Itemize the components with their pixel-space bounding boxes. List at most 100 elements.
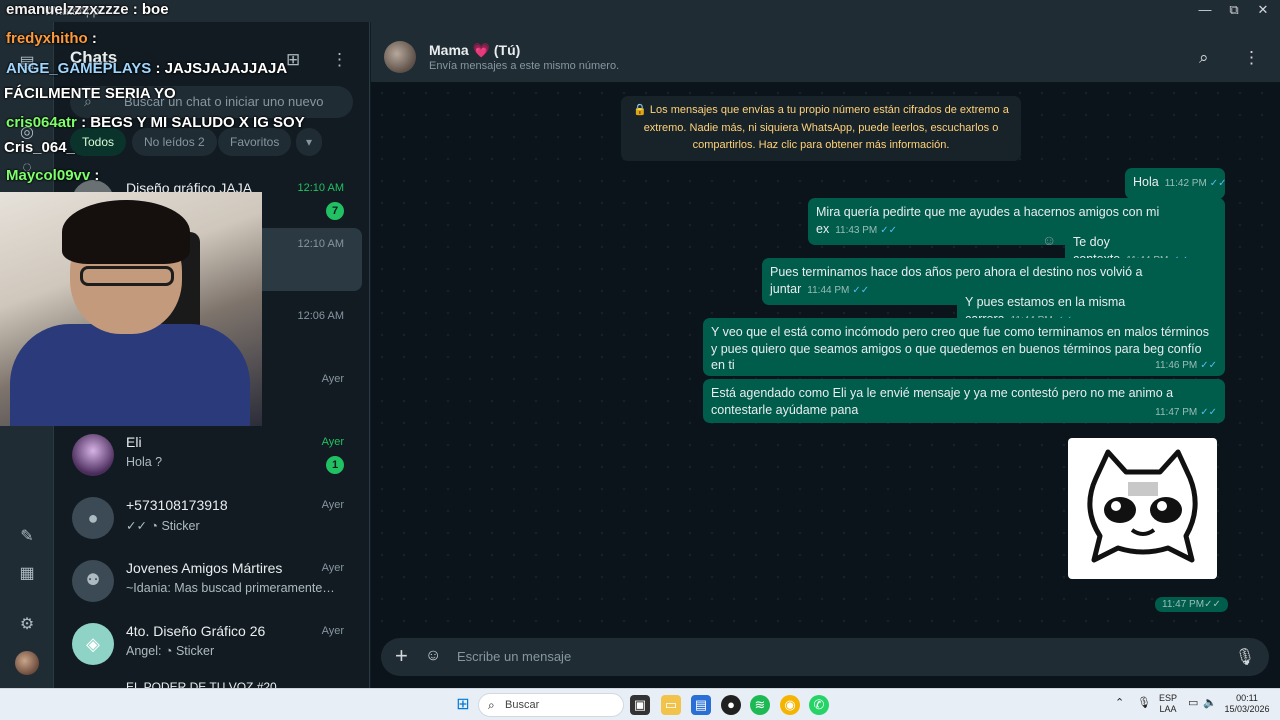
read-ticks-icon: ✓✓ bbox=[1204, 599, 1221, 610]
whatsapp-taskbar-icon[interactable]: ✆ bbox=[809, 695, 829, 715]
microphone-icon[interactable]: 🎙 bbox=[1235, 647, 1255, 667]
read-ticks-icon: ✓✓ bbox=[880, 224, 898, 236]
chat-text: : boe bbox=[128, 1, 169, 18]
tray-chevron-up-icon[interactable]: ⌃ bbox=[1115, 698, 1124, 709]
chat-last-message: Hola ? bbox=[126, 455, 163, 469]
message-time: 11:43 PM bbox=[835, 224, 878, 236]
language-indicator[interactable]: ESP LAA bbox=[1158, 693, 1178, 715]
chat-name: Eli bbox=[126, 434, 142, 450]
unread-badge: 7 bbox=[326, 202, 344, 220]
menu-dots-icon[interactable]: ⋮ bbox=[331, 50, 348, 70]
chat-row-partial[interactable]: EL PODER DE TU VOZ #20 bbox=[54, 678, 370, 688]
chat-row[interactable]: ⚉ Jovenes Amigos Mártires Ayer ~Idania: … bbox=[54, 552, 370, 615]
stream-chat-line: cris064atr : BEGS Y MI SALUDO X IG SOY bbox=[6, 114, 305, 131]
message-text: Está agendado como Eli ya le envié mensa… bbox=[711, 386, 1174, 417]
contact-name: Mama 💗 (Tú) bbox=[429, 42, 521, 58]
chat-text: : JAJSJAJAJJAJA bbox=[151, 60, 288, 77]
unread-badge: 1 bbox=[326, 456, 344, 474]
stream-chat-line: fredyxhitho : bbox=[6, 30, 97, 47]
read-ticks-icon: ✓✓ bbox=[1209, 178, 1227, 189]
message-placeholder: Escribe un mensaje bbox=[457, 649, 572, 664]
spotify-icon[interactable]: ≋ bbox=[750, 695, 770, 715]
chat-row[interactable]: ◈ 4to. Diseño Gráfico 26 Ayer Angel: ◔ S… bbox=[54, 615, 370, 678]
stream-chat-line: emanuelzzzxzzze : boe bbox=[6, 1, 169, 18]
stream-chat-line: ANGE_GAMEPLAYS : JAJSJAJAJJAJA bbox=[6, 60, 287, 77]
menu-dots-icon[interactable]: ⋮ bbox=[1243, 48, 1260, 68]
close-button[interactable]: ✕ bbox=[1248, 2, 1278, 18]
chat-row[interactable]: ● +573108173918 Ayer ✓✓ ◔ Sticker bbox=[54, 489, 370, 552]
group-logo-icon: ◈ bbox=[72, 623, 114, 665]
chat-time: Ayer bbox=[321, 373, 344, 385]
conversation-header[interactable]: Mama 💗 (Tú) Envía mensajes a este mismo … bbox=[371, 22, 1280, 82]
contact-subtitle: Envía mensajes a este mismo número. bbox=[429, 60, 620, 72]
cat-sticker-image bbox=[1087, 449, 1198, 563]
person-shirt bbox=[10, 324, 250, 426]
message-bubble[interactable]: Hola 11:42 PM ✓✓ bbox=[1125, 168, 1227, 199]
volume-icon[interactable]: 🔈 bbox=[1203, 698, 1217, 709]
message-time: 11:44 PM bbox=[807, 284, 850, 296]
avatar bbox=[72, 434, 114, 476]
search-icon[interactable]: ⌕ bbox=[1199, 48, 1209, 68]
clock[interactable]: 00:11 15/03/2026 bbox=[1222, 693, 1272, 715]
minimize-button[interactable]: — bbox=[1190, 2, 1220, 17]
chat-username: ANGE_GAMEPLAYS bbox=[6, 60, 152, 77]
message-input[interactable]: + ☺ Escribe un mensaje 🎙 bbox=[381, 638, 1269, 676]
sticker-emoji-icon[interactable]: ☺ bbox=[425, 647, 441, 665]
chat-time: Ayer bbox=[321, 562, 344, 574]
chat-time: 12:10 AM bbox=[297, 238, 344, 250]
chat-time: Ayer bbox=[321, 625, 344, 637]
cat-sticker[interactable] bbox=[1068, 438, 1217, 579]
react-emoji-icon[interactable]: ☺ bbox=[1042, 232, 1056, 248]
stream-chat-line: FÁCILMENTE SERIA YO bbox=[4, 85, 176, 102]
maximize-button[interactable]: ⧉ bbox=[1219, 2, 1249, 18]
message-time: 11:46 PM bbox=[1155, 359, 1198, 371]
microphone-tray-icon[interactable]: 🎙 bbox=[1137, 698, 1151, 709]
attach-plus-icon[interactable]: + bbox=[395, 643, 408, 669]
message-text: Hola bbox=[1133, 175, 1159, 189]
message-time: 11:42 PM bbox=[1164, 178, 1207, 189]
chat-text: : bbox=[87, 30, 97, 47]
stream-chat-overlay: emanuelzzzxzzze : boe fredyxhitho : ANGE… bbox=[0, 0, 330, 200]
chat-username: fredyxhitho bbox=[6, 30, 88, 47]
clock-date: 15/03/2026 bbox=[1224, 704, 1270, 714]
encryption-notice[interactable]: 🔒 Los mensajes que envías a tu propio nú… bbox=[621, 96, 1021, 161]
message-bubble[interactable]: Y veo que el está como incómodo pero cre… bbox=[703, 318, 1225, 376]
chat-name: 4to. Diseño Gráfico 26 bbox=[126, 623, 266, 639]
windows-start-icon[interactable]: ⊞ bbox=[453, 695, 473, 715]
chat-name: +573108173918 bbox=[126, 497, 228, 513]
keyboard-layout: LAA bbox=[1159, 704, 1177, 714]
message-bubble[interactable]: Está agendado como Eli ya le envié mensa… bbox=[703, 379, 1225, 423]
chat-text: FÁCILMENTE SERIA YO bbox=[4, 85, 176, 102]
language-code: ESP bbox=[1158, 693, 1177, 703]
stream-chat-line: Maycol09vv : bbox=[6, 167, 99, 184]
chat-text: : BEGS Y MI SALUDO X IG SOY bbox=[76, 114, 305, 131]
chat-username: Maycol09vv bbox=[6, 167, 91, 184]
contact-avatar[interactable] bbox=[384, 41, 416, 73]
obs-icon[interactable]: ● bbox=[721, 695, 741, 715]
default-user-icon: ● bbox=[72, 497, 114, 539]
media-icon[interactable]: ▦ bbox=[16, 563, 38, 585]
chat-text: Cris_064_ bbox=[4, 139, 75, 156]
search-icon: ⌕ bbox=[488, 698, 495, 712]
file-explorer-icon[interactable]: ▭ bbox=[661, 695, 681, 715]
chrome-icon[interactable]: ◉ bbox=[780, 695, 800, 715]
chat-time: 12:06 AM bbox=[297, 310, 344, 322]
taskbar-search[interactable]: ⌕ Buscar bbox=[478, 693, 624, 717]
chat-username: emanuelzzzxzzze bbox=[6, 1, 129, 18]
store-icon[interactable]: ▤ bbox=[691, 695, 711, 715]
chat-name: EL PODER DE TU VOZ #20 bbox=[126, 680, 277, 688]
group-icon: ⚉ bbox=[72, 560, 114, 602]
network-icon[interactable]: ▭ bbox=[1188, 698, 1198, 709]
message-time: 11:47 PM bbox=[1162, 599, 1205, 610]
chat-last-message: ✓✓ ◔ Sticker bbox=[126, 519, 200, 533]
starred-icon[interactable]: ✎ bbox=[16, 526, 38, 548]
task-view-icon[interactable]: ▣ bbox=[630, 695, 650, 715]
person-glasses bbox=[80, 266, 174, 286]
conversation-panel: Mama 💗 (Tú) Envía mensajes a este mismo … bbox=[371, 22, 1280, 688]
settings-gear-icon[interactable]: ⚙ bbox=[16, 614, 38, 636]
chat-time: Ayer bbox=[321, 436, 344, 448]
chat-row[interactable]: Eli Ayer Hola ? 1 bbox=[54, 426, 370, 489]
profile-avatar[interactable] bbox=[15, 651, 39, 675]
clock-time: 00:11 bbox=[1236, 693, 1258, 703]
chat-name: Jovenes Amigos Mártires bbox=[126, 560, 283, 576]
